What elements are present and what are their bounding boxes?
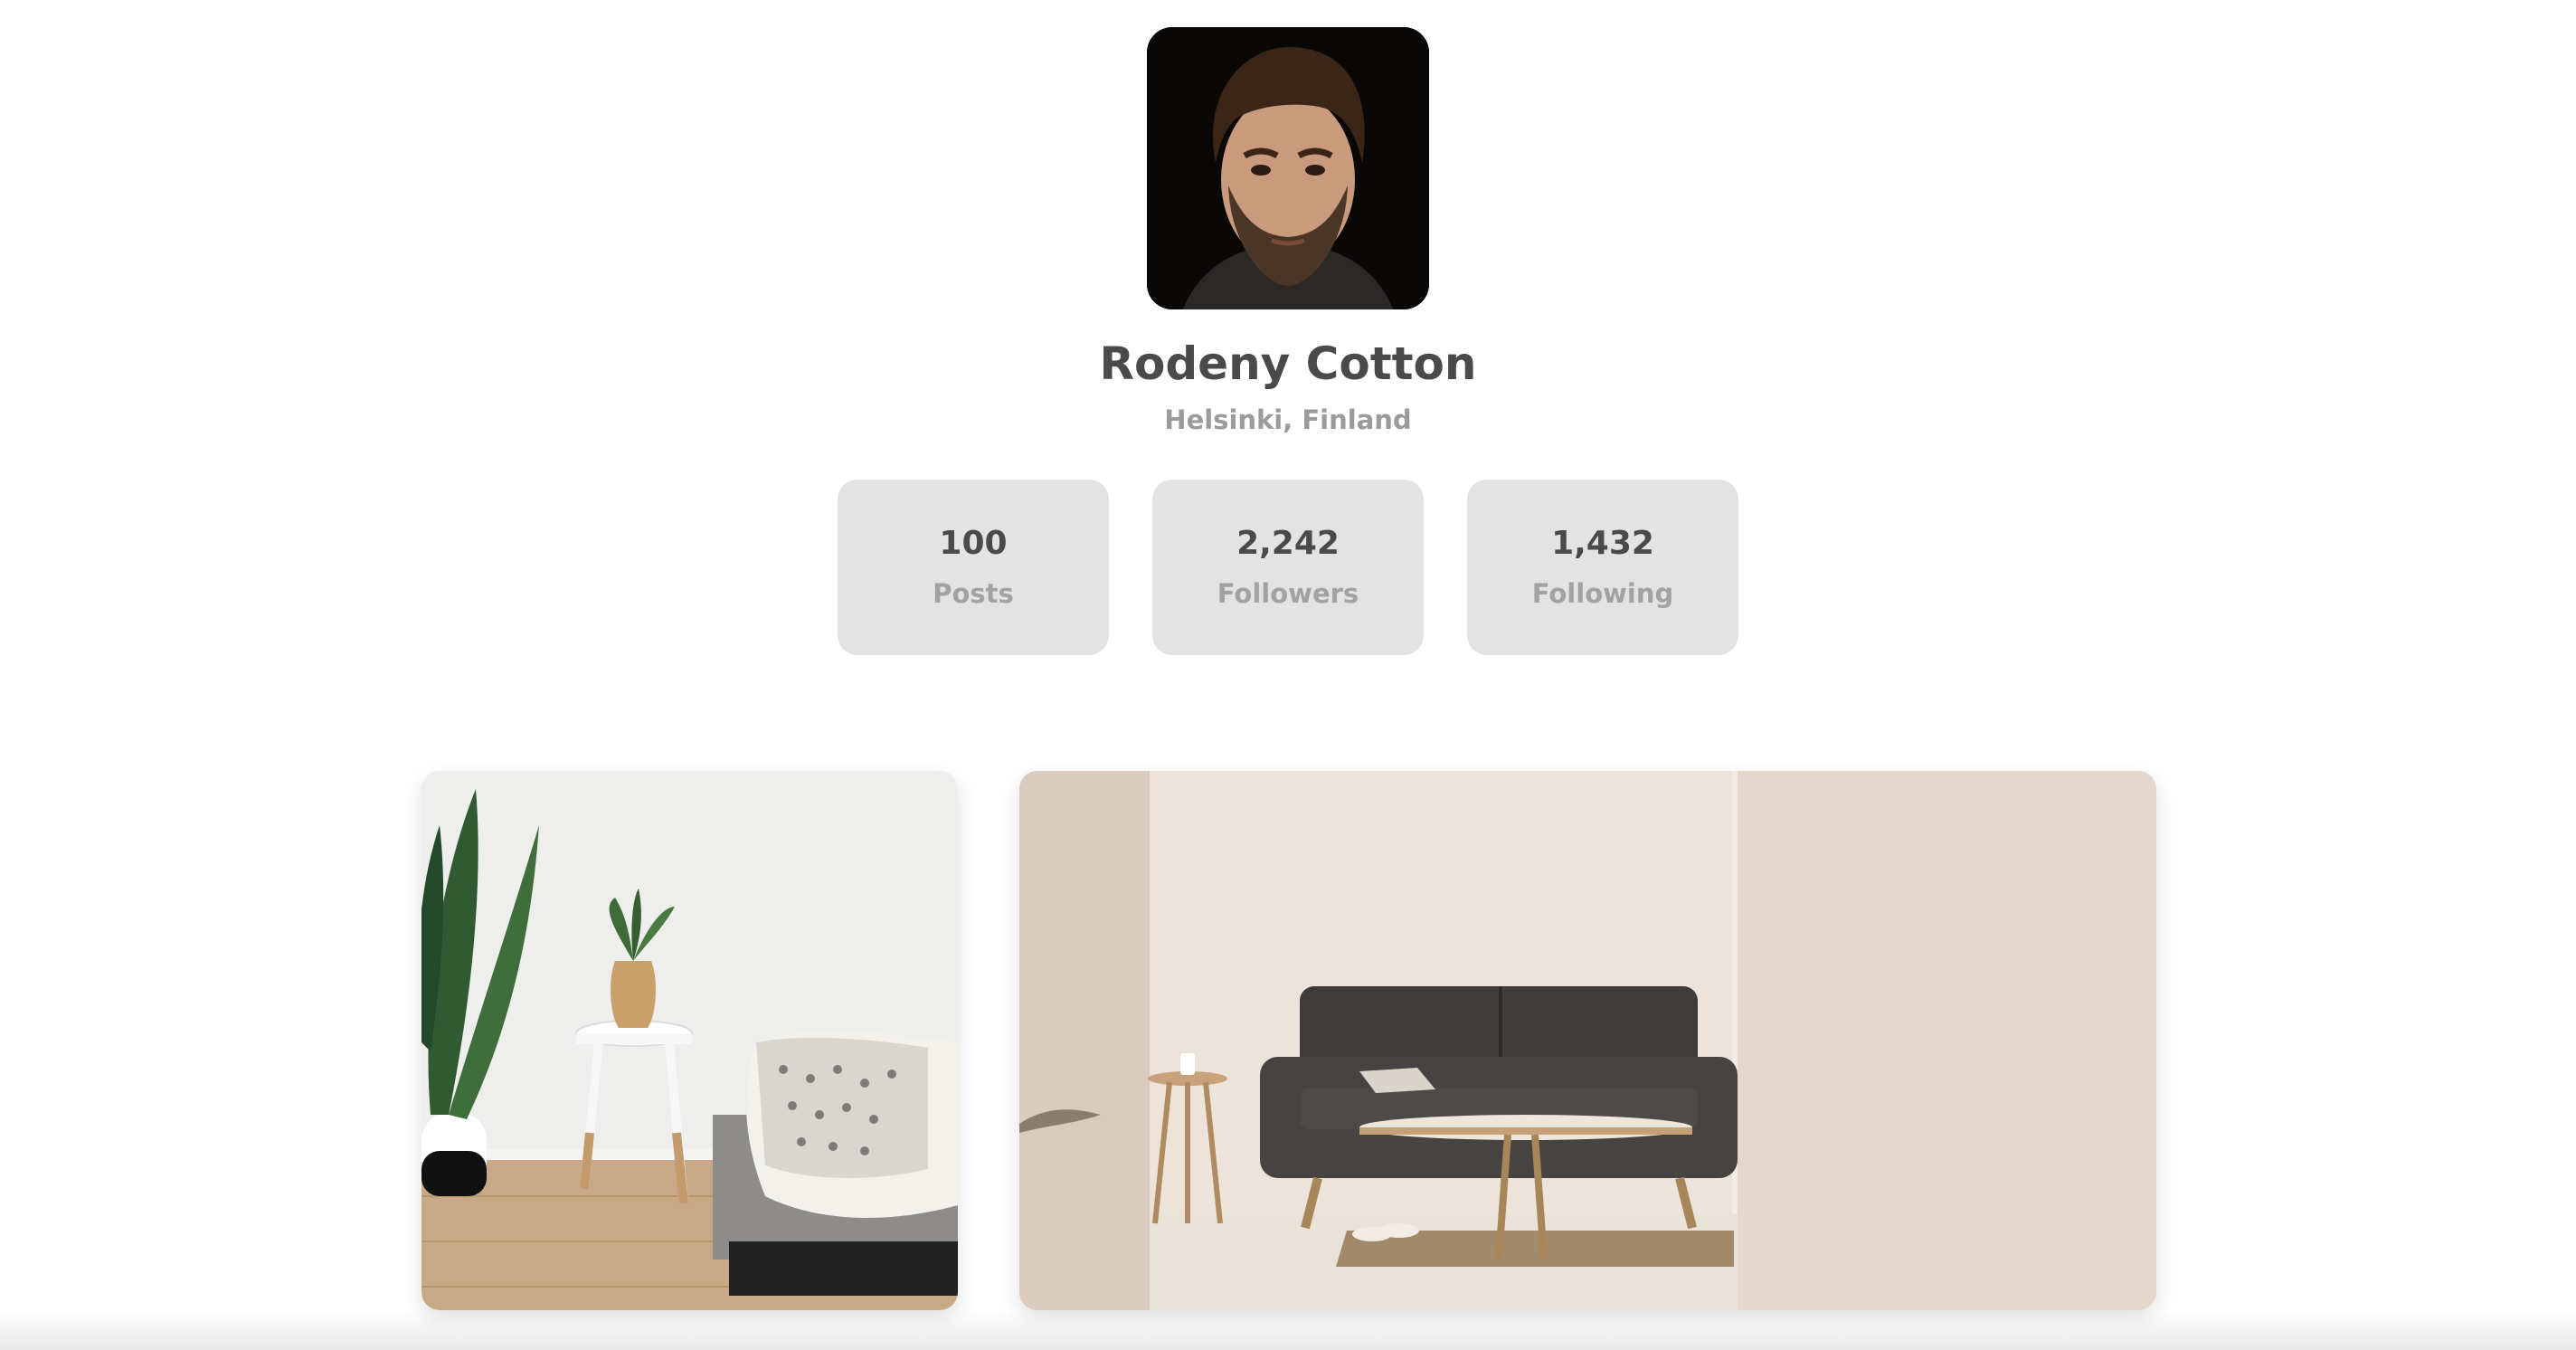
- profile-location: Helsinki, Finland: [1164, 404, 1412, 435]
- stat-value: 2,242: [1236, 525, 1340, 562]
- stat-label: Posts: [933, 578, 1014, 609]
- gallery-photo[interactable]: [421, 771, 958, 1310]
- stat-value: 1,432: [1551, 525, 1654, 562]
- stat-following[interactable]: 1,432 Following: [1467, 480, 1738, 655]
- avatar-image: [1147, 27, 1429, 309]
- stat-label: Followers: [1217, 578, 1359, 609]
- room-photo-image: [421, 771, 958, 1310]
- stat-posts[interactable]: 100 Posts: [838, 480, 1109, 655]
- avatar[interactable]: [1147, 27, 1429, 309]
- profile-page: Rodeny Cotton Helsinki, Finland 100 Post…: [0, 0, 2576, 1350]
- sofa-photo-image: [1019, 771, 2156, 1310]
- profile-name: Rodeny Cotton: [1099, 338, 1477, 390]
- stat-followers[interactable]: 2,242 Followers: [1152, 480, 1424, 655]
- stat-label: Following: [1531, 578, 1674, 609]
- gallery-photo[interactable]: [1019, 771, 2156, 1310]
- bottom-shadow: [0, 1310, 2576, 1350]
- stat-value: 100: [939, 525, 1008, 562]
